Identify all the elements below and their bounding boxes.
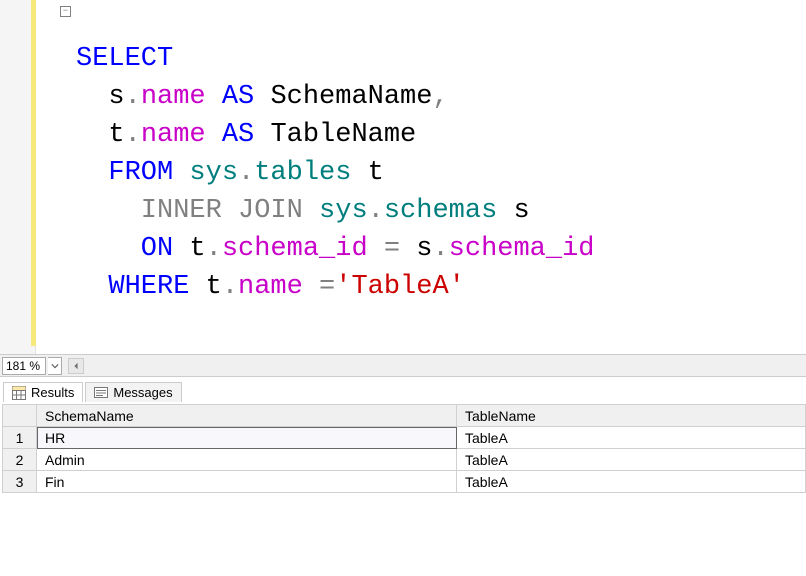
scroll-left-button[interactable] bbox=[68, 358, 84, 374]
code-prop: schema_id bbox=[222, 234, 368, 264]
tab-messages-label: Messages bbox=[113, 385, 172, 400]
code-ident: schemas bbox=[384, 196, 497, 226]
dot: . bbox=[238, 158, 254, 188]
grid-cell[interactable]: Admin bbox=[37, 449, 457, 471]
dot: . bbox=[206, 234, 222, 264]
code-prop: name bbox=[141, 120, 206, 150]
keyword-from: FROM bbox=[76, 158, 173, 188]
row-number[interactable]: 1 bbox=[3, 427, 37, 449]
code-string: 'TableA' bbox=[335, 272, 465, 302]
code-text: s bbox=[416, 234, 432, 264]
tab-messages[interactable]: Messages bbox=[85, 382, 181, 402]
grid-header[interactable]: SchemaName bbox=[37, 405, 457, 427]
minus-outline-icon[interactable]: − bbox=[60, 6, 71, 17]
keyword-as: AS bbox=[206, 120, 271, 150]
keyword-on: ON bbox=[76, 234, 173, 264]
results-grid[interactable]: SchemaName TableName 1 HR TableA 2 Admin… bbox=[2, 404, 806, 493]
code-ident: sys bbox=[173, 158, 238, 188]
grid-cell[interactable]: TableA bbox=[457, 449, 806, 471]
grid-icon bbox=[12, 386, 26, 400]
tab-results-label: Results bbox=[31, 385, 74, 400]
grid-cell[interactable]: HR bbox=[37, 427, 457, 449]
table-row[interactable]: 3 Fin TableA bbox=[3, 471, 806, 493]
code-text: t bbox=[173, 234, 205, 264]
code-alias: s bbox=[497, 196, 529, 226]
grid-cell[interactable]: TableA bbox=[457, 427, 806, 449]
code-text: t bbox=[76, 120, 125, 150]
code-ident: tables bbox=[254, 158, 351, 188]
code-ident: sys bbox=[303, 196, 368, 226]
code-comma: , bbox=[432, 82, 448, 112]
code-eq: = bbox=[368, 234, 417, 264]
row-number[interactable]: 3 bbox=[3, 471, 37, 493]
chevron-down-icon bbox=[51, 362, 59, 370]
grid-header[interactable]: TableName bbox=[457, 405, 806, 427]
code-text: t bbox=[189, 272, 221, 302]
grid-header-row: SchemaName TableName bbox=[3, 405, 806, 427]
code-alias: TableName bbox=[270, 120, 416, 150]
dot: . bbox=[125, 82, 141, 112]
dot: . bbox=[222, 272, 238, 302]
table-row[interactable]: 2 Admin TableA bbox=[3, 449, 806, 471]
keyword-where: WHERE bbox=[76, 272, 189, 302]
sql-editor[interactable]: − SELECT s.name AS SchemaName, t.name AS… bbox=[0, 0, 806, 355]
code-prop: name bbox=[141, 82, 206, 112]
grid-cell[interactable]: Fin bbox=[37, 471, 457, 493]
triangle-left-icon bbox=[72, 362, 80, 370]
dot: . bbox=[125, 120, 141, 150]
code-eq: = bbox=[303, 272, 335, 302]
code-alias: SchemaName bbox=[270, 82, 432, 112]
table-row[interactable]: 1 HR TableA bbox=[3, 427, 806, 449]
sql-code[interactable]: SELECT s.name AS SchemaName, t.name AS T… bbox=[36, 0, 806, 344]
editor-gutter bbox=[0, 0, 36, 354]
code-text: s bbox=[76, 82, 125, 112]
grid-cell[interactable]: TableA bbox=[457, 471, 806, 493]
keyword-join: INNER JOIN bbox=[76, 196, 303, 226]
zoom-input[interactable] bbox=[2, 357, 46, 375]
grid-corner[interactable] bbox=[3, 405, 37, 427]
keyword-select: SELECT bbox=[76, 44, 173, 74]
zoom-bar bbox=[0, 355, 806, 377]
dot: . bbox=[432, 234, 448, 264]
zoom-dropdown-button[interactable] bbox=[48, 357, 62, 375]
code-prop: schema_id bbox=[449, 234, 595, 264]
code-prop: name bbox=[238, 272, 303, 302]
messages-icon bbox=[94, 386, 108, 400]
tab-results[interactable]: Results bbox=[3, 382, 83, 402]
keyword-as: AS bbox=[206, 82, 271, 112]
row-number[interactable]: 2 bbox=[3, 449, 37, 471]
code-alias: t bbox=[351, 158, 383, 188]
dot: . bbox=[368, 196, 384, 226]
results-tabs: Results Messages bbox=[0, 377, 806, 402]
